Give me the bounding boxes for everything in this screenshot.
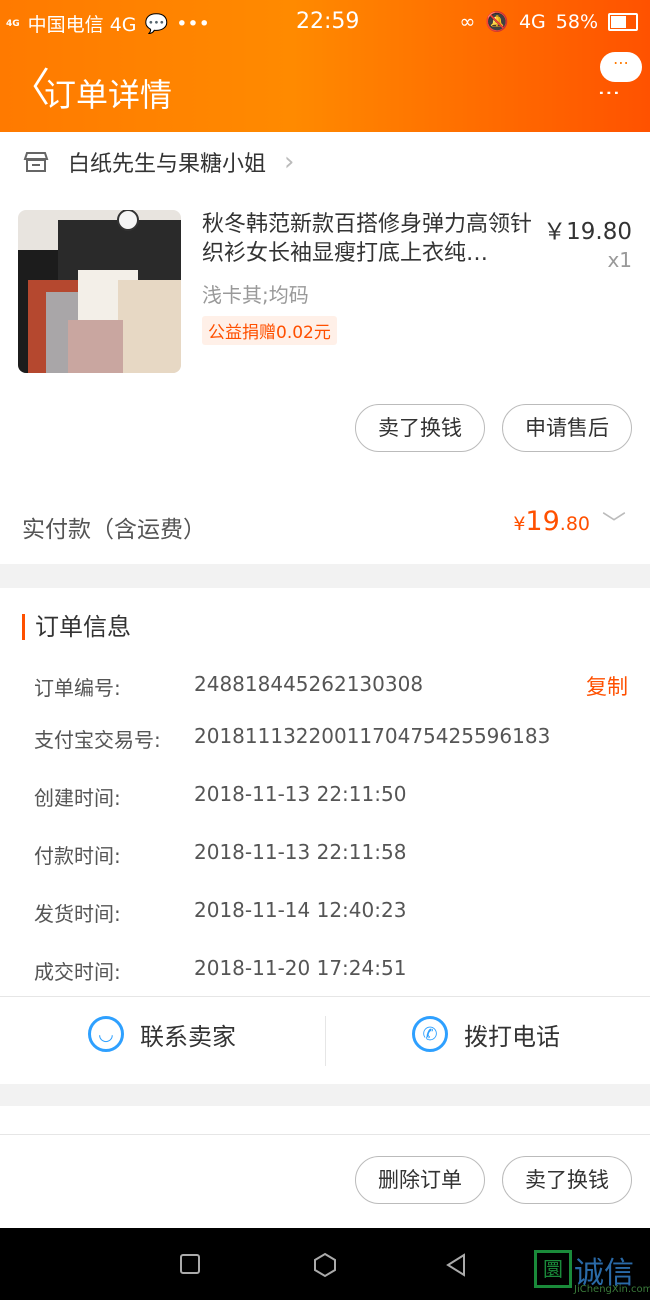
contact-seller-label: 联系卖家 [140,1022,236,1051]
apply-aftersale-button[interactable]: 申请售后 [502,404,632,452]
product-title[interactable]: 秋冬韩范新款百搭修身弹力高领针织衫女长袖显瘦打底上衣纯… [202,210,537,268]
chat-smile-icon: ◡ [88,1016,124,1052]
product-image[interactable] [18,210,181,373]
bottom-action-bar: 删除订单 卖了换钱 [0,1106,650,1228]
call-phone-button[interactable]: ✆ 拨打电话 [412,1016,560,1052]
contact-seller-button[interactable]: ◡ 联系卖家 [88,1016,236,1052]
chevron-down-icon[interactable]: ﹀ [602,504,626,539]
home-icon[interactable] [312,1252,338,1278]
charity-badge: 公益捐赠0.02元 [202,316,337,345]
info-label: 创建时间: [34,786,121,810]
chevron-right-icon: › [284,147,295,177]
phone-icon: ✆ [412,1016,448,1052]
watermark-sub: JiChengXin.com [574,1284,650,1295]
order-item-card: 白纸先生与果糖小姐 › 秋冬韩范新款百搭修身弹力高领针织衫女长袖显瘦打底上衣纯…… [0,132,650,564]
link-icon: ∞ [459,10,476,33]
watermark-mark: 圜 [534,1250,572,1288]
info-label: 订单编号: [34,676,121,700]
divider [0,996,650,997]
info-label: 成交时间: [34,960,121,984]
paid-amount-label: 实付款（含运费） [22,517,206,543]
info-value: 2018-11-13 22:11:58 [194,840,407,864]
wechat-icon: 💬 [144,13,169,35]
recent-apps-icon[interactable] [178,1252,202,1276]
back-triangle-icon[interactable] [444,1252,468,1278]
order-info-section: 订单信息 订单编号: 248818445262130308 复制 支付宝交易号:… [0,588,650,1084]
info-value: 2018-11-20 17:24:51 [194,956,407,980]
info-value: 2018111322001170475425596183 [194,724,551,748]
info-label: 发货时间: [34,902,121,926]
info-value: 2018-11-13 22:11:50 [194,782,407,806]
info-value: 248818445262130308 [194,672,424,696]
section-heading: 订单信息 [22,614,131,640]
more-options-icon[interactable]: ⋮ [596,82,621,102]
header-bar: 4G 中国电信 4G 💬 ••• 22:59 ∞ 🔕 4G 58% 〈 订单详情… [0,0,650,132]
product-quantity: x1 [607,248,632,272]
info-label: 支付宝交易号: [34,728,161,752]
product-sku: 浅卡其;均码 [202,283,309,307]
divider [0,1134,650,1135]
signal-icon: 4G [6,18,20,29]
status-bar: 4G 中国电信 4G 💬 ••• 22:59 ∞ 🔕 4G 58% [0,0,650,46]
vertical-divider [325,1016,326,1066]
watermark-logo: 圜 诚信 JiChengXin.com [534,1250,650,1298]
clock: 22:59 [296,9,360,34]
paid-amount: ¥19.80 [513,506,590,537]
sell-for-cash-button-bottom[interactable]: 卖了换钱 [502,1156,632,1204]
copy-button[interactable]: 复制 [586,671,628,701]
mute-bell-icon: 🔕 [485,11,509,33]
message-bubble-icon[interactable]: ⋯ [600,52,642,82]
product-price: ￥19.80 [543,219,632,245]
info-label: 付款时间: [34,844,121,868]
battery-icon [608,12,638,31]
shop-name: 白纸先生与果糖小姐 [68,152,267,177]
info-value: 2018-11-14 12:40:23 [194,898,407,922]
delete-order-button[interactable]: 删除订单 [355,1156,485,1204]
shop-row[interactable]: 白纸先生与果糖小姐 › [22,144,294,180]
carrier-label: 中国电信 4G [27,14,137,36]
call-phone-label: 拨打电话 [464,1022,560,1051]
network-label: 4G [518,10,546,33]
overflow-dots: ••• [176,12,210,35]
sell-for-cash-button[interactable]: 卖了换钱 [355,404,485,452]
battery-percent: 58% [555,10,598,33]
currency-symbol: ¥ [513,513,526,535]
navigation-bar: 〈 订单详情 ⋯ ⋮ [0,52,650,126]
amount-decimal: .80 [559,513,590,535]
shop-icon [23,152,49,172]
amount-integer: 19 [525,506,560,537]
page-title: 订单详情 [44,76,173,114]
